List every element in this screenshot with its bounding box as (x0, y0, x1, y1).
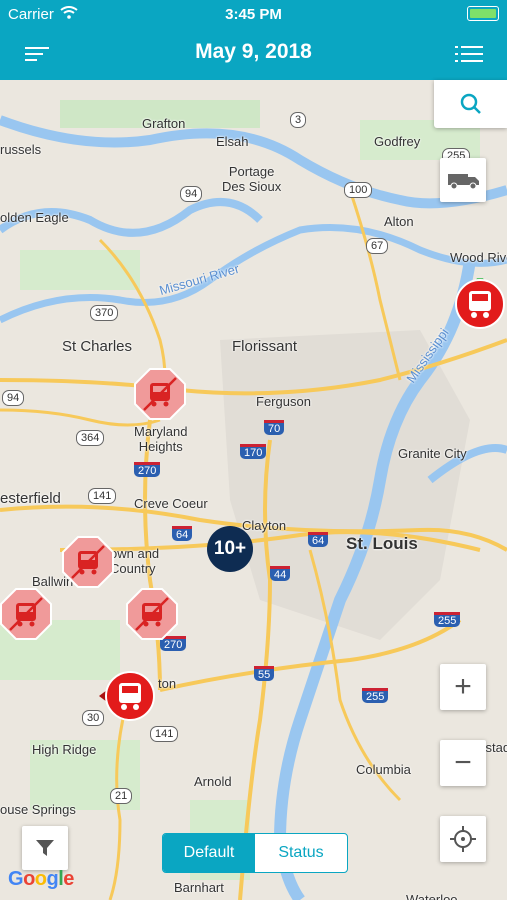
label-creve-coeur: Creve Coeur (134, 496, 208, 511)
google-logo: Google (8, 868, 74, 890)
battery-icon (467, 6, 499, 21)
vehicle-marker-active[interactable] (96, 670, 158, 722)
label-fenton: ton (158, 676, 177, 691)
label-house-springs: ouse Springs (0, 802, 76, 817)
zoom-in-button[interactable]: + (440, 664, 486, 710)
label-clayton: Clayton (242, 518, 287, 533)
label-russels: russels (0, 142, 42, 157)
list-icon (455, 46, 483, 62)
interstate-shield: 255 (434, 612, 461, 627)
label-waterloo: Waterloo (406, 892, 458, 900)
label-arnold: Arnold (194, 774, 232, 789)
status-bar: Carrier 3:45 PM (0, 0, 507, 28)
app-header: May 9, 2018 (0, 28, 507, 80)
route-shield: 141 (88, 488, 117, 504)
map-background (0, 80, 507, 900)
search-button[interactable] (434, 80, 507, 128)
label-golden-eagle: olden Eagle (0, 210, 69, 225)
clock: 3:45 PM (225, 6, 282, 23)
label-chesterfield: esterfield (0, 490, 61, 507)
label-columbia: Columbia (356, 762, 411, 777)
route-shield: 141 (150, 726, 179, 742)
page-title: May 9, 2018 (195, 40, 312, 63)
label-town-and-country: own and Country (110, 546, 160, 576)
search-icon (460, 93, 481, 114)
label-high-ridge: High Ridge (32, 742, 97, 757)
crosshair-icon (450, 826, 476, 852)
truck-icon (448, 174, 479, 190)
vehicle-marker-inactive[interactable] (0, 588, 52, 640)
zoom-out-button[interactable]: − (440, 740, 486, 786)
interstate-shield: 270 (134, 462, 161, 477)
label-grafton: Grafton (142, 116, 186, 131)
toggle-default[interactable]: Default (163, 834, 255, 872)
interstate-shield: 64 (308, 532, 329, 547)
vehicle-marker-inactive[interactable] (126, 588, 178, 640)
filter-button[interactable] (22, 826, 68, 870)
my-location-button[interactable] (440, 816, 486, 862)
route-shield: 21 (110, 788, 133, 804)
vehicle-marker-inactive[interactable] (134, 368, 186, 420)
route-shield: 370 (90, 305, 119, 321)
vehicle-marker-inactive[interactable] (62, 536, 114, 588)
label-maryland-heights: Maryland Heights (134, 424, 188, 454)
interstate-shield: 64 (172, 526, 193, 541)
label-portage: Portage Des Sioux (222, 164, 282, 194)
interstate-shield: 44 (270, 566, 291, 581)
interstate-shield: 70 (264, 420, 285, 435)
label-ferguson: Ferguson (256, 394, 311, 409)
route-shield: 94 (180, 186, 203, 202)
route-shield: 67 (366, 238, 389, 254)
vehicle-cluster-marker[interactable]: 10+ (207, 526, 253, 572)
label-florissant: Florissant (232, 338, 298, 355)
label-granite-city: Granite City (398, 446, 467, 461)
list-view-button[interactable] (447, 32, 491, 76)
vehicle-marker-active[interactable] (454, 278, 506, 330)
toggle-status[interactable]: Status (255, 834, 347, 872)
filter-icon (36, 840, 54, 856)
route-shield: 94 (2, 390, 25, 406)
label-wood-river: Wood River (450, 250, 507, 265)
label-alton: Alton (384, 214, 414, 229)
label-barnhart: Barnhart (174, 880, 224, 895)
interstate-shield: 255 (362, 688, 389, 703)
route-shield: 364 (76, 430, 105, 446)
route-shield: 3 (290, 112, 307, 128)
label-st-charles: St Charles (62, 338, 133, 355)
interstate-shield: 55 (254, 666, 275, 681)
label-godfrey: Godfrey (374, 134, 421, 149)
label-st-louis: St. Louis (346, 534, 418, 553)
vehicle-filter-button[interactable] (440, 158, 486, 202)
view-toggle[interactable]: Default Status (162, 833, 348, 873)
interstate-shield: 170 (240, 444, 267, 459)
route-shield: 100 (344, 182, 373, 198)
map-view[interactable]: Grafton Elsah Godfrey Portage Des Sioux … (0, 80, 507, 900)
label-elsah: Elsah (216, 134, 249, 149)
